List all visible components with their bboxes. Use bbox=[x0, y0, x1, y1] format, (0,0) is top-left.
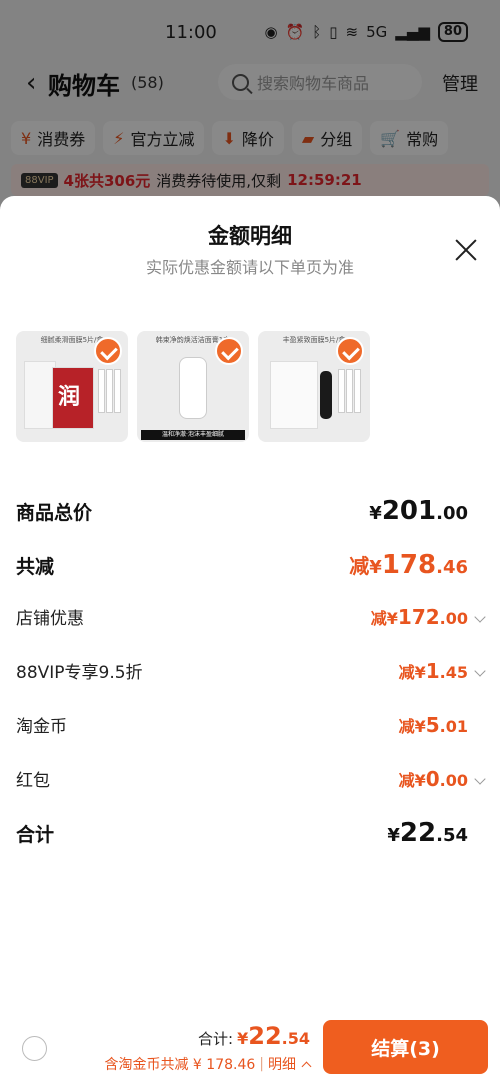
amount-int: 5 bbox=[425, 712, 440, 737]
product-thumbnails: 细腻柔滑面膜5片/盒 润 韩束净韵焕活洁面膏1支 温和净澈·泡沫丰盈细腻 丰盈紧… bbox=[16, 331, 370, 442]
grand-total-amount: ¥22.54 bbox=[387, 818, 484, 848]
discount-amount: 减 ¥178.46 bbox=[349, 550, 484, 580]
checkout-button[interactable]: 结算(3) bbox=[323, 1020, 488, 1074]
row-label: 88VIP专享9.5折 bbox=[16, 663, 143, 683]
currency: ¥ bbox=[387, 825, 400, 846]
checkout-bar: 合计: ¥22.54 含淘金币共减 ¥ 178.46 | 明细 结算(3) bbox=[0, 1010, 500, 1085]
row-red-packet[interactable]: 红包 减 ¥0.00 bbox=[16, 766, 486, 791]
amount-dec: .00 bbox=[436, 503, 468, 524]
amount-detail-sheet: 金额明细 实际优惠金额请以下单页为准 细腻柔滑面膜5片/盒 润 韩束净韵焕活洁面… bbox=[0, 196, 500, 1085]
amount-dec: .00 bbox=[439, 608, 468, 628]
product-box bbox=[270, 361, 318, 429]
row-grand-total: 合计 ¥22.54 bbox=[16, 818, 484, 848]
amount-dec: .45 bbox=[439, 662, 468, 682]
amount-int: 22 bbox=[248, 1022, 282, 1050]
amount-int: 172 bbox=[397, 604, 440, 629]
amount-dec: .46 bbox=[436, 557, 468, 578]
total-value: ¥22.54 bbox=[237, 1022, 310, 1050]
row-label: 红包 bbox=[16, 771, 50, 791]
currency: ¥ bbox=[237, 1029, 249, 1048]
row-subtotal: 商品总价 ¥201.00 bbox=[16, 496, 484, 526]
amount-int: 201 bbox=[381, 496, 437, 526]
currency: ¥ bbox=[369, 503, 382, 524]
amount-int: 1 bbox=[425, 658, 440, 683]
product-sachet bbox=[346, 369, 353, 413]
minus-prefix: 减 bbox=[398, 716, 415, 736]
vip-discount-amount: 减 ¥1.45 bbox=[398, 658, 486, 683]
row-vip-discount[interactable]: 88VIP专享9.5折 减 ¥1.45 bbox=[16, 658, 486, 683]
amount-int: 0 bbox=[425, 766, 440, 791]
amount-dec: .01 bbox=[439, 716, 468, 736]
minus-prefix: 减 bbox=[398, 662, 415, 682]
currency: ¥ bbox=[386, 608, 398, 628]
currency: ¥ bbox=[369, 557, 382, 578]
product-bottle bbox=[320, 371, 332, 419]
coins-discount-amount: 减 ¥5.01 bbox=[399, 713, 484, 737]
bottom-total: 合计: ¥22.54 bbox=[198, 1022, 310, 1050]
row-label: 淘金币 bbox=[16, 717, 67, 737]
product-thumbnail[interactable]: 丰盈紧致面膜5片/盒 bbox=[258, 331, 370, 442]
amount-int: 178 bbox=[381, 550, 437, 580]
divider: | bbox=[259, 1056, 264, 1072]
subtotal-amount: ¥201.00 bbox=[369, 496, 484, 526]
row-label: 店铺优惠 bbox=[16, 609, 84, 629]
check-icon bbox=[215, 337, 243, 365]
red-packet-amount: 减 ¥0.00 bbox=[398, 766, 486, 791]
close-icon[interactable] bbox=[454, 238, 478, 262]
discount-summary[interactable]: 含淘金币共减 ¥ 178.46 | 明细 bbox=[104, 1054, 312, 1074]
shop-discount-amount: 减 ¥172.00 bbox=[370, 604, 486, 629]
row-label: 商品总价 bbox=[16, 501, 93, 524]
minus-prefix: 减 bbox=[370, 608, 387, 628]
check-icon bbox=[94, 337, 122, 365]
amount-dec: .54 bbox=[281, 1029, 310, 1048]
product-thumbnail[interactable]: 细腻柔滑面膜5片/盒 润 bbox=[16, 331, 128, 442]
row-label: 共减 bbox=[16, 555, 55, 578]
select-all-radio[interactable] bbox=[22, 1036, 47, 1061]
product-band: 温和净澈·泡沫丰盈细腻 bbox=[141, 430, 245, 440]
chevron-down-icon bbox=[474, 610, 486, 623]
row-shop-discount[interactable]: 店铺优惠 减 ¥172.00 bbox=[16, 604, 486, 629]
row-total-discount: 共减 减 ¥178.46 bbox=[16, 550, 484, 580]
currency: ¥ bbox=[414, 716, 426, 736]
product-sachet bbox=[114, 369, 121, 413]
product-sachet bbox=[354, 369, 361, 413]
product-sachet bbox=[338, 369, 345, 413]
amount-dec: .54 bbox=[436, 825, 468, 846]
check-icon bbox=[336, 337, 364, 365]
chevron-down-icon bbox=[474, 664, 486, 677]
chevron-up-icon bbox=[301, 1061, 312, 1071]
sheet-title: 金额明细 bbox=[208, 224, 292, 248]
product-tube bbox=[179, 357, 207, 419]
discount-summary-text: 含淘金币共减 ¥ 178.46 bbox=[104, 1057, 256, 1073]
total-label: 合计: bbox=[198, 1030, 234, 1048]
product-thumbnail[interactable]: 韩束净韵焕活洁面膏1支 温和净澈·泡沫丰盈细腻 bbox=[137, 331, 249, 442]
product-sachet bbox=[98, 369, 105, 413]
detail-link[interactable]: 明细 bbox=[268, 1054, 296, 1074]
currency: ¥ bbox=[414, 770, 426, 790]
minus-prefix: 减 bbox=[398, 770, 415, 790]
product-logo: 润 bbox=[58, 385, 81, 410]
amount-dec: .00 bbox=[439, 770, 468, 790]
product-sachet bbox=[106, 369, 113, 413]
currency: ¥ bbox=[414, 662, 426, 682]
chevron-down-icon bbox=[474, 772, 486, 785]
amount-int: 22 bbox=[399, 818, 437, 848]
row-coins-discount: 淘金币 减 ¥5.01 bbox=[16, 712, 484, 738]
sheet-subtitle: 实际优惠金额请以下单页为准 bbox=[145, 258, 354, 277]
minus-prefix: 减 bbox=[349, 554, 370, 578]
row-label: 合计 bbox=[16, 823, 55, 846]
